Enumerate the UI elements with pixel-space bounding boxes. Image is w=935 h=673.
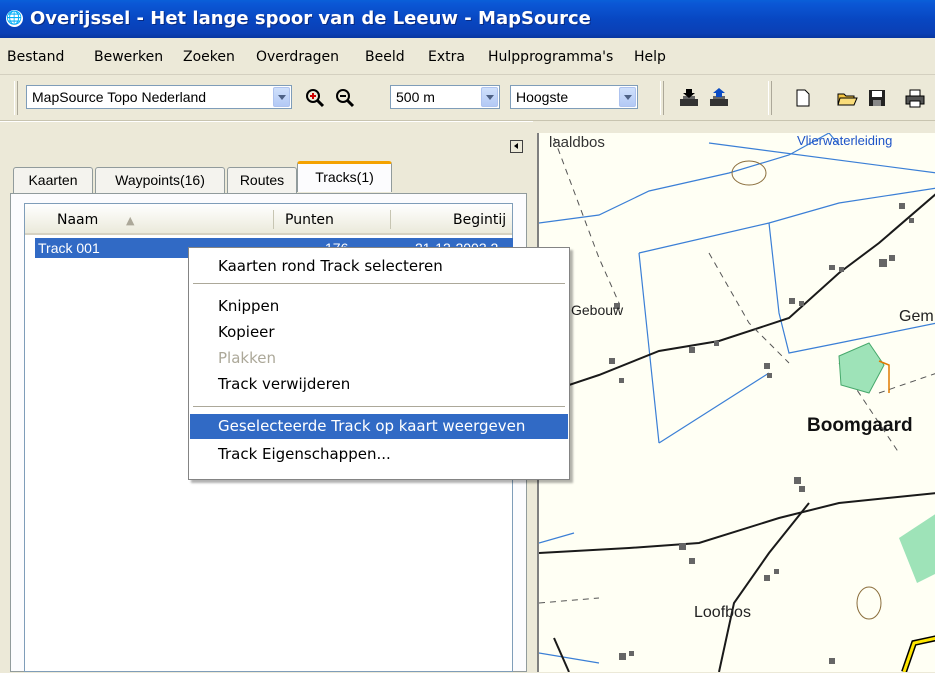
menu-item-cut[interactable]: Knippen — [190, 294, 568, 319]
menu-overdragen[interactable]: Overdragen — [256, 49, 339, 65]
menu-beeld[interactable]: Beeld — [365, 49, 405, 65]
open-file-icon[interactable] — [836, 87, 858, 109]
sort-ascending-icon: ▲ — [126, 214, 135, 227]
print-icon[interactable] — [904, 87, 926, 109]
context-menu: Kaarten rond Track selecteren Knippen Ko… — [188, 247, 570, 480]
track-name: Track 001 — [38, 240, 100, 256]
park-area — [838, 342, 885, 394]
menu-item-select-maps-around-track[interactable]: Kaarten rond Track selecteren — [190, 254, 568, 279]
contour — [856, 586, 882, 620]
column-begintijd[interactable]: Begintij — [453, 212, 506, 228]
track-list-header: Naam ▲ Punten Begintij — [25, 204, 512, 235]
map-label-loofbos: Loofbos — [694, 604, 751, 621]
map-label-gem: Gem — [899, 308, 934, 325]
detail-select[interactable]: Hoogste — [510, 85, 638, 109]
toolbar: MapSource Topo Nederland 500 m Hoogste — [0, 75, 935, 121]
map-product-select[interactable]: MapSource Topo Nederland — [26, 85, 292, 109]
scale-select[interactable]: 500 m — [390, 85, 500, 109]
map-view[interactable]: laaldbos Vlierwaterleiding Gebouw Gem Bo… — [537, 133, 935, 672]
window-title: Overijssel - Het lange spoor van de Leeu… — [30, 8, 591, 29]
menu-item-show-track-on-map[interactable]: Geselecteerde Track op kaart weergeven — [190, 414, 568, 439]
tab-waypoints[interactable]: Waypoints(16) — [95, 167, 225, 193]
map-label-boomgaard: Boomgaard — [807, 415, 913, 436]
menu-item-copy[interactable]: Kopieer — [190, 320, 568, 345]
map-product-value: MapSource Topo Nederland — [32, 89, 207, 105]
map-canvas[interactable]: laaldbos Vlierwaterleiding Gebouw Gem Bo… — [539, 133, 935, 672]
column-divider[interactable] — [390, 210, 391, 229]
water-lines — [539, 133, 935, 664]
tab-routes[interactable]: Routes — [227, 167, 297, 193]
menu-bar: Bestand Bewerken Zoeken Overdragen Beeld… — [0, 38, 935, 75]
menu-item-paste: Plakken — [218, 349, 276, 367]
menu-item-track-properties[interactable]: Track Eigenschappen... — [190, 442, 568, 467]
menu-bewerken[interactable]: Bewerken — [94, 49, 163, 65]
scale-value: 500 m — [396, 89, 435, 105]
new-file-icon[interactable] — [792, 87, 814, 109]
map-label-laaldbos: laaldbos — [549, 134, 605, 151]
toolbar-grip[interactable] — [660, 81, 664, 115]
collapse-panel-arrow-icon[interactable] — [510, 140, 523, 153]
contour — [731, 160, 767, 186]
menu-bestand[interactable]: Bestand — [7, 49, 64, 65]
toolbar-grip[interactable] — [768, 81, 772, 115]
column-divider[interactable] — [273, 210, 274, 229]
tab-tracks[interactable]: Tracks(1) — [297, 161, 392, 192]
zoom-out-icon[interactable] — [334, 87, 356, 109]
menu-extra[interactable]: Extra — [428, 49, 465, 65]
menu-separator — [193, 406, 565, 407]
app-globe-icon[interactable]: 🌐 — [6, 10, 23, 27]
map-label-vlierwaterleiding: Vlierwaterleiding — [797, 133, 892, 148]
column-naam[interactable]: Naam — [57, 212, 98, 228]
park-area — [899, 514, 935, 583]
map-label-gebouw: Gebouw — [571, 302, 624, 318]
chevron-down-icon[interactable] — [273, 87, 290, 107]
toolbar-grip[interactable] — [14, 81, 18, 115]
tab-kaarten[interactable]: Kaarten — [13, 167, 93, 193]
menu-separator — [193, 283, 565, 284]
send-to-device-icon[interactable] — [708, 87, 730, 109]
menu-zoeken[interactable]: Zoeken — [183, 49, 235, 65]
zoom-in-icon[interactable] — [304, 87, 326, 109]
chevron-down-icon[interactable] — [619, 87, 636, 107]
save-icon[interactable] — [866, 87, 888, 109]
detail-value: Hoogste — [516, 89, 569, 105]
receive-from-device-icon[interactable] — [678, 87, 700, 109]
chevron-down-icon[interactable] — [481, 87, 498, 107]
menu-help[interactable]: Help — [634, 49, 666, 65]
menu-hulpprogrammas[interactable]: Hulpprogramma's — [488, 49, 613, 65]
menu-item-delete-track[interactable]: Track verwijderen — [190, 372, 568, 397]
column-punten[interactable]: Punten — [285, 212, 334, 228]
